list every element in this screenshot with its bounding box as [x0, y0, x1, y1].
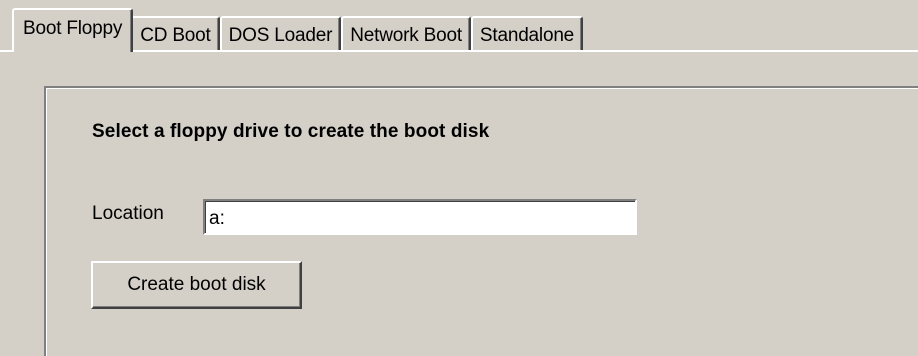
location-label: Location — [92, 203, 164, 224]
tab-label: Boot Floppy — [23, 18, 123, 39]
tab-label: Network Boot — [350, 25, 462, 46]
tab-boot-floppy[interactable]: Boot Floppy — [12, 8, 134, 52]
tab-dos-loader[interactable]: DOS Loader — [219, 16, 342, 52]
tab-cd-boot[interactable]: CD Boot — [131, 16, 220, 52]
boot-options-window: Boot Floppy CD Boot DOS Loader Network B… — [0, 0, 918, 356]
tab-label: CD Boot — [140, 25, 211, 46]
tab-label: DOS Loader — [228, 25, 333, 46]
tab-label: Standalone — [479, 25, 575, 46]
tab-strip: Boot Floppy CD Boot DOS Loader Network B… — [12, 8, 584, 52]
section-heading: Select a floppy drive to create the boot… — [92, 121, 490, 142]
create-boot-disk-button[interactable]: Create boot disk — [91, 261, 302, 309]
location-input[interactable] — [203, 199, 637, 235]
tab-standalone[interactable]: Standalone — [470, 16, 584, 52]
tab-network-boot[interactable]: Network Boot — [341, 16, 471, 52]
